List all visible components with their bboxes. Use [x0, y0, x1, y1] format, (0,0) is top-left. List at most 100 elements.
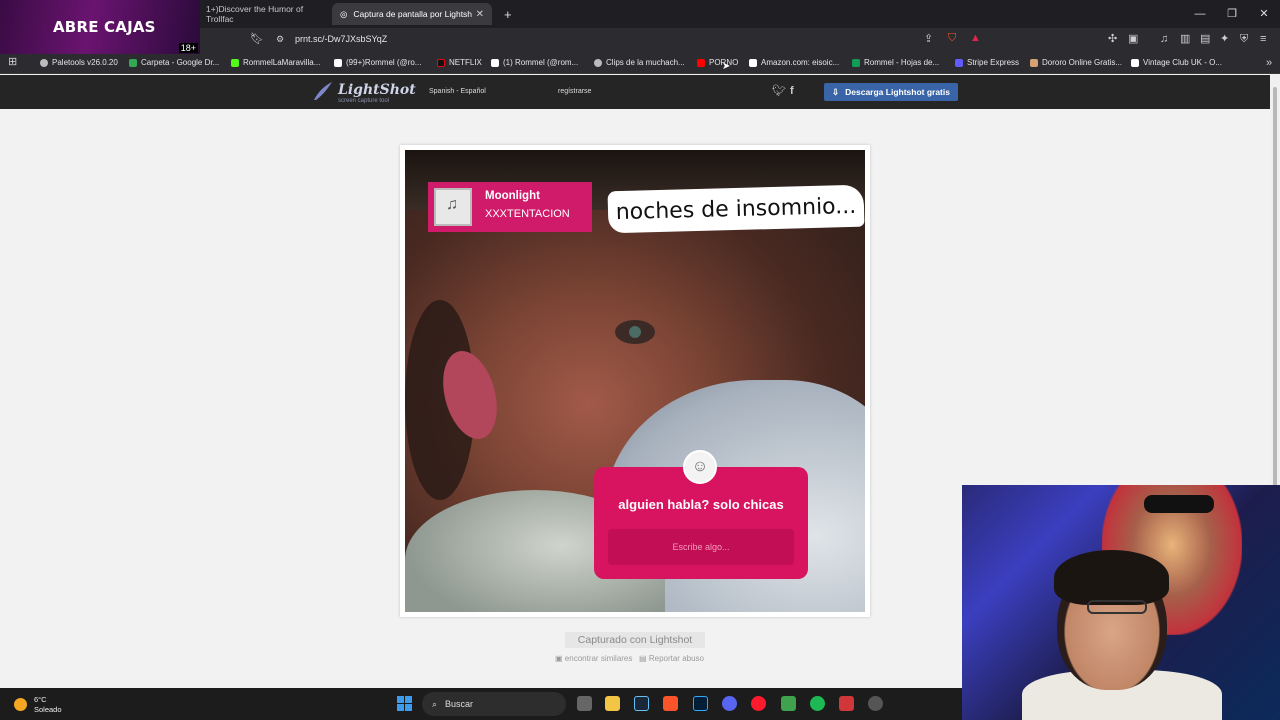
image-actions: ▣ encontrar similares ▤ Reportar abuso	[555, 654, 704, 663]
report-icon: ▤	[639, 654, 647, 663]
new-tab-button[interactable]: +	[496, 3, 516, 25]
minecraft-icon[interactable]	[781, 696, 796, 711]
lightshot-header	[0, 75, 1270, 109]
mouse-cursor-icon: ➤	[722, 61, 731, 72]
bookmark-item[interactable]: PORNO	[697, 58, 738, 67]
opera-gx-icon[interactable]	[751, 696, 766, 711]
discord-icon[interactable]	[722, 696, 737, 711]
bookmark-label: Rommel - Hojas de...	[864, 58, 940, 67]
bookmark-item[interactable]: (1) Rommel (@rom...	[491, 58, 578, 67]
register-link[interactable]: regístrarse	[558, 88, 591, 95]
bookmark-label: Amazon.com: eisoic...	[761, 58, 840, 67]
song-artist: XXXTENTACION	[485, 208, 570, 220]
twitter-icon[interactable]: 🐦︎	[772, 86, 786, 97]
bookmark-item[interactable]: Amazon.com: eisoic...	[749, 58, 839, 67]
tab-trollface[interactable]: 1+)Discover the Humor of Trollfac	[198, 3, 328, 25]
bookmark-label: Vintage Club UK - O...	[1143, 58, 1222, 67]
bookmark-label: Paletools v26.0.20	[52, 58, 118, 67]
bookmark-favicon-icon	[40, 58, 48, 67]
tab-lightshot[interactable]: ◎ Captura de pantalla por Lightsh ✕	[332, 3, 492, 25]
tiktok-icon	[334, 58, 342, 67]
lightshot-logo[interactable]: LightShot screen capture tool	[312, 80, 416, 107]
logo-tagline: screen capture tool	[338, 98, 390, 104]
captured-with-lightshot[interactable]: Capturado con Lightshot	[565, 632, 705, 648]
globe-icon	[594, 58, 602, 67]
media-icon[interactable]: ♫	[1160, 34, 1168, 45]
tab-label: 1+)Discover the Humor of Trollfac	[206, 4, 304, 24]
bookmark-item[interactable]: Rommel - Hojas de...	[852, 58, 939, 67]
question-text: alguien habla? solo chicas	[618, 497, 784, 512]
age-badge: 18+	[178, 43, 198, 53]
minimize-icon[interactable]: —	[1184, 0, 1216, 28]
bookmark-icon[interactable]: 🔖︎	[250, 34, 264, 45]
url-field[interactable]: prnt.sc/-Dw7JXsbSYqZ	[295, 34, 387, 44]
valorant-icon[interactable]	[839, 696, 854, 711]
search-icon: ⌕	[432, 698, 438, 709]
webcam-glasses	[1087, 600, 1147, 614]
download-icon: ⇩	[832, 86, 840, 97]
facebook-icon[interactable]: f	[790, 86, 794, 97]
amazon-icon	[749, 58, 757, 67]
bookmark-item[interactable]: Carpeta - Google Dr...	[129, 58, 219, 67]
taskbar-search[interactable]: ⌕ Buscar	[422, 692, 566, 716]
bookmark-item[interactable]: (99+)Rommel (@ro...	[334, 58, 421, 67]
more-bookmarks-icon[interactable]: »	[1266, 58, 1272, 69]
site-settings-icon[interactable]: ⚙	[276, 35, 284, 44]
file-explorer-icon[interactable]	[605, 696, 620, 711]
webcam-hair	[1054, 550, 1169, 605]
spotify-icon[interactable]	[810, 696, 825, 711]
logo-name: LightShot	[338, 82, 416, 98]
globe-icon: ◎	[340, 8, 348, 19]
bookmark-item[interactable]: Dororo Online Gratis...	[1030, 58, 1122, 67]
extensions-icon[interactable]: ✣	[1108, 34, 1117, 45]
search-label: Buscar	[445, 699, 474, 709]
bookmark-label: NETFLIX	[449, 58, 482, 67]
download-button[interactable]: ⇩ Descarga Lightshot gratis	[824, 83, 958, 101]
bookmark-item[interactable]: Stripe Express	[955, 58, 1019, 67]
sheets-icon	[852, 58, 860, 67]
settings-app-icon[interactable]	[868, 696, 883, 711]
steam-icon[interactable]	[634, 696, 649, 711]
bookmark-item[interactable]: RommelLaMaravilla...	[231, 58, 320, 67]
avatar-icon: ☺	[683, 450, 717, 484]
answer-field: Escribe algo...	[608, 529, 794, 565]
vpn-icon[interactable]: ⛨	[1240, 34, 1248, 45]
close-window-icon[interactable]: ✕	[1248, 0, 1280, 28]
kick-icon	[231, 58, 239, 67]
apps-grid-icon[interactable]: ⊞	[8, 57, 17, 68]
weather-temperature: 6°C	[34, 695, 47, 704]
menu-icon[interactable]: ≡	[1260, 34, 1266, 45]
leo-ai-icon[interactable]: ✦	[1220, 34, 1229, 45]
brave-icon[interactable]	[663, 696, 678, 711]
close-tab-icon[interactable]: ✕	[476, 9, 484, 20]
brave-shield-icon[interactable]: ⛉	[948, 33, 956, 44]
youtube-icon	[697, 58, 705, 67]
language-selector[interactable]: Spanish - Español	[429, 88, 486, 95]
bookmark-item[interactable]: Vintage Club UK - O...	[1131, 58, 1222, 67]
bookmark-label: Dororo Online Gratis...	[1042, 58, 1123, 67]
report-abuse-link[interactable]: Reportar abuso	[649, 654, 704, 663]
wallet-icon[interactable]: ▤	[1200, 34, 1210, 45]
sun-icon	[14, 698, 27, 711]
bookmark-item[interactable]: Paletools v26.0.20	[40, 58, 118, 67]
windows-start-icon[interactable]	[397, 696, 412, 711]
brave-rewards-icon[interactable]: ▲	[970, 33, 981, 44]
search-image-icon: ▣	[555, 654, 563, 663]
image-eye	[615, 320, 655, 344]
bookmark-item[interactable]: Clips de la muchach...	[594, 58, 685, 67]
stream-overlay-banner: ABRE CAJAS 18+	[0, 0, 200, 54]
restore-icon[interactable]: ❐	[1216, 0, 1248, 28]
find-similar-link[interactable]: encontrar similares	[565, 654, 633, 663]
question-sticker: ☺ alguien habla? solo chicas Escribe alg…	[594, 450, 808, 579]
bookmark-label: RommelLaMaravilla...	[243, 58, 321, 67]
album-cover-icon	[434, 188, 472, 226]
share-icon[interactable]: ⇪	[924, 34, 933, 45]
caption-text: noches de insomnio...	[607, 184, 865, 234]
bookmark-label: Clips de la muchach...	[606, 58, 685, 67]
bookmark-item[interactable]: NETFLIX	[437, 58, 482, 67]
photoshop-icon[interactable]	[693, 696, 708, 711]
sidebar-icon[interactable]: ▥	[1180, 34, 1190, 45]
google-drive-icon	[129, 58, 137, 67]
screenshot-icon[interactable]: ▣	[1128, 34, 1138, 45]
task-view-icon[interactable]	[577, 696, 592, 711]
